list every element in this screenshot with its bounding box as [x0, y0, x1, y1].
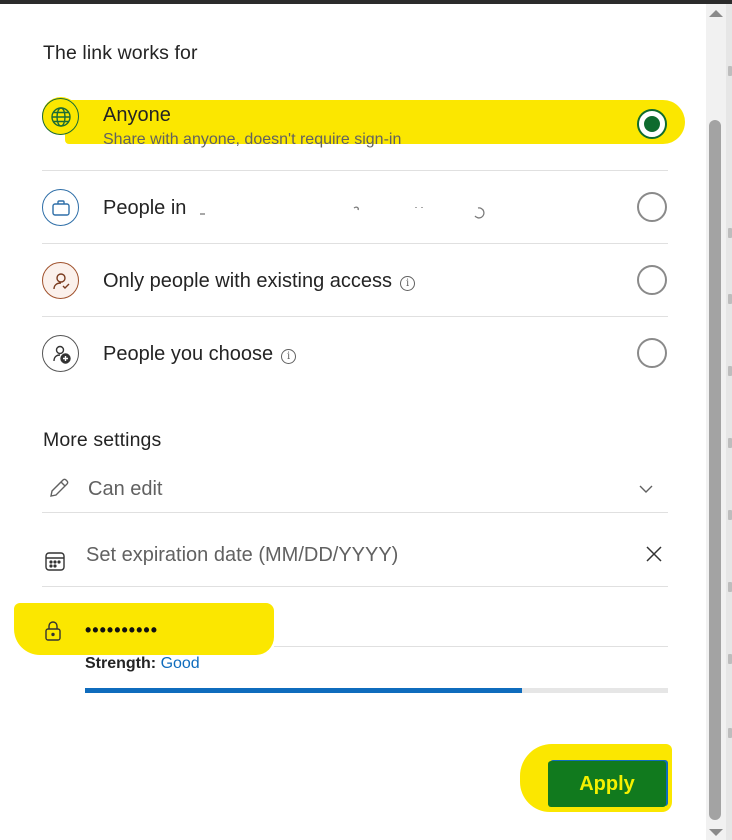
- option-people-you-choose-label: People you choose: [103, 343, 274, 365]
- radio-existing-access[interactable]: [637, 265, 667, 295]
- option-existing-access-title: Only people with existing access i: [103, 270, 416, 293]
- scroll-down-arrow-icon[interactable]: [709, 829, 723, 836]
- expiration-date-field[interactable]: Set expiration date (MM/DD/YYYY): [42, 530, 668, 587]
- scroll-up-arrow-icon[interactable]: [709, 10, 723, 17]
- person-check-icon: [42, 262, 79, 299]
- option-anyone-subtitle: Share with anyone, doesn't require sign-…: [103, 131, 402, 148]
- permission-dropdown[interactable]: Can edit: [42, 466, 668, 513]
- vertical-scrollbar[interactable]: [706, 4, 726, 840]
- apply-button[interactable]: Apply: [548, 761, 666, 807]
- option-people-in-org[interactable]: People in: [42, 171, 668, 244]
- password-underline: [274, 646, 668, 647]
- clear-icon[interactable]: [645, 545, 663, 568]
- lock-icon: [44, 620, 62, 647]
- password-strength: Strength: Good: [85, 655, 200, 673]
- person-add-icon: [42, 335, 79, 372]
- option-people-in-title: People in: [103, 197, 187, 219]
- info-icon[interactable]: i: [281, 349, 297, 364]
- redacted-org-name: [194, 204, 494, 219]
- option-existing-access[interactable]: Only people with existing access i: [42, 244, 668, 317]
- permission-value: Can edit: [88, 478, 163, 500]
- pencil-icon: [47, 476, 71, 505]
- radio-people-in-org[interactable]: [637, 192, 667, 222]
- radio-anyone[interactable]: [637, 109, 667, 139]
- strength-bar-fill: [85, 688, 523, 693]
- option-anyone[interactable]: Anyone Share with anyone, doesn't requir…: [42, 98, 668, 171]
- more-settings-heading: More settings: [43, 429, 162, 451]
- briefcase-icon: [42, 189, 79, 226]
- link-works-for-heading: The link works for: [43, 42, 198, 64]
- option-people-you-choose-title: People you choose i: [103, 343, 297, 366]
- strength-label: Strength:: [85, 655, 157, 672]
- radio-people-you-choose[interactable]: [637, 338, 667, 368]
- globe-icon: [42, 98, 79, 135]
- option-people-you-choose[interactable]: People you choose i: [42, 317, 668, 390]
- background-page-edge: [726, 4, 732, 840]
- chevron-down-icon: [638, 482, 654, 500]
- option-anyone-title: Anyone: [103, 104, 171, 126]
- expiration-date-input[interactable]: Set expiration date (MM/DD/YYYY): [86, 544, 398, 567]
- strength-bar: [85, 688, 668, 693]
- password-input[interactable]: ••••••••••: [85, 620, 158, 641]
- calendar-icon: [44, 550, 66, 577]
- strength-value: Good: [160, 655, 200, 672]
- scroll-thumb[interactable]: [709, 120, 721, 820]
- info-icon[interactable]: i: [400, 276, 416, 291]
- option-existing-access-label: Only people with existing access: [103, 270, 393, 292]
